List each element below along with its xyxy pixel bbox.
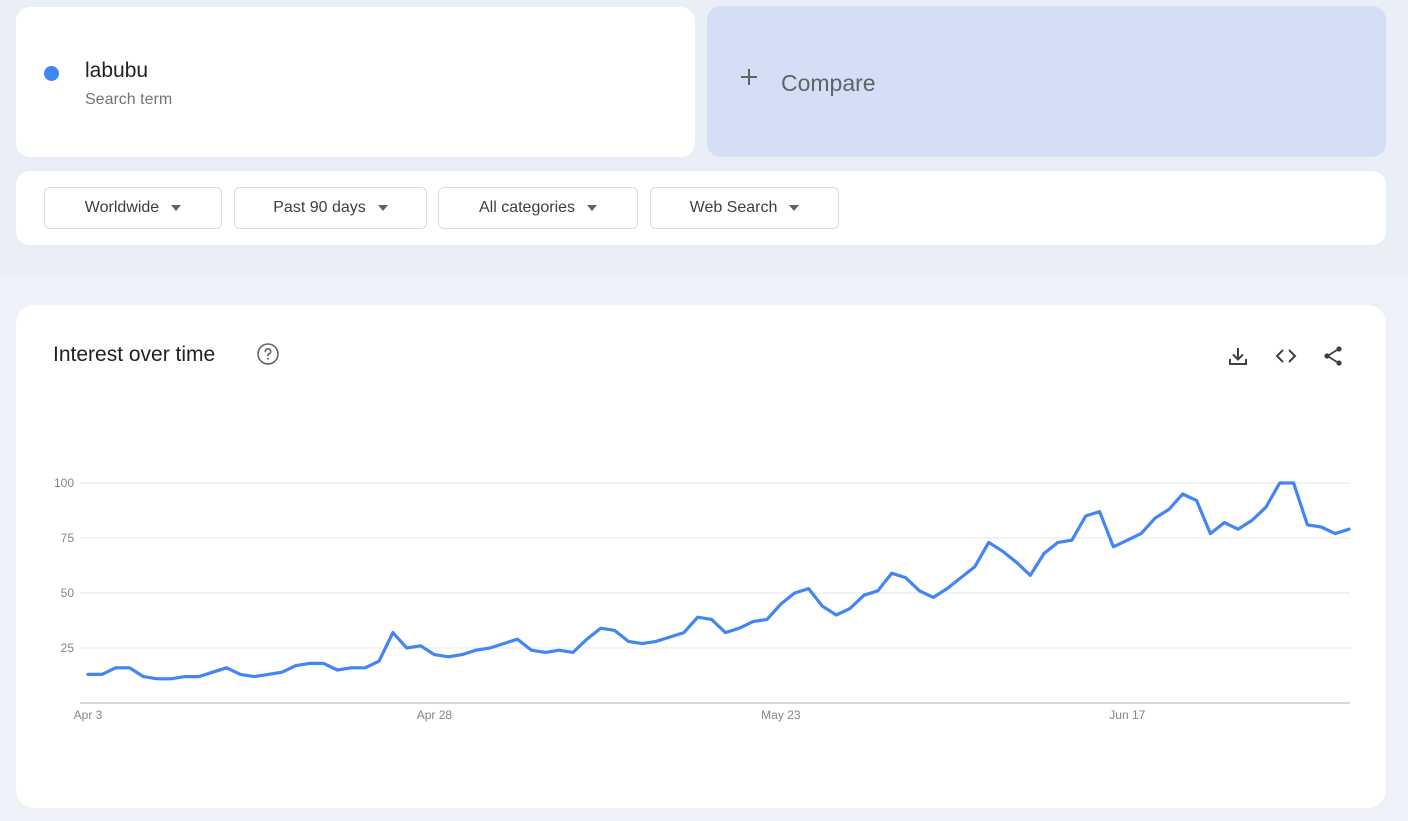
- y-tick-label: 75: [61, 531, 75, 545]
- x-tick-label: Jun 17: [1109, 708, 1145, 722]
- interest-line-chart: 25 50 75 100 Apr 3 Apr 28 May 23 Jun 17: [54, 476, 1351, 722]
- series-line-labubu: [86, 481, 1351, 681]
- y-tick-label: 50: [61, 586, 75, 600]
- x-tick-label: May 23: [761, 708, 801, 722]
- y-tick-label: 100: [54, 476, 74, 490]
- x-tick-label: Apr 3: [74, 708, 103, 722]
- x-tick-label: Apr 28: [417, 708, 453, 722]
- y-tick-label: 25: [61, 641, 75, 655]
